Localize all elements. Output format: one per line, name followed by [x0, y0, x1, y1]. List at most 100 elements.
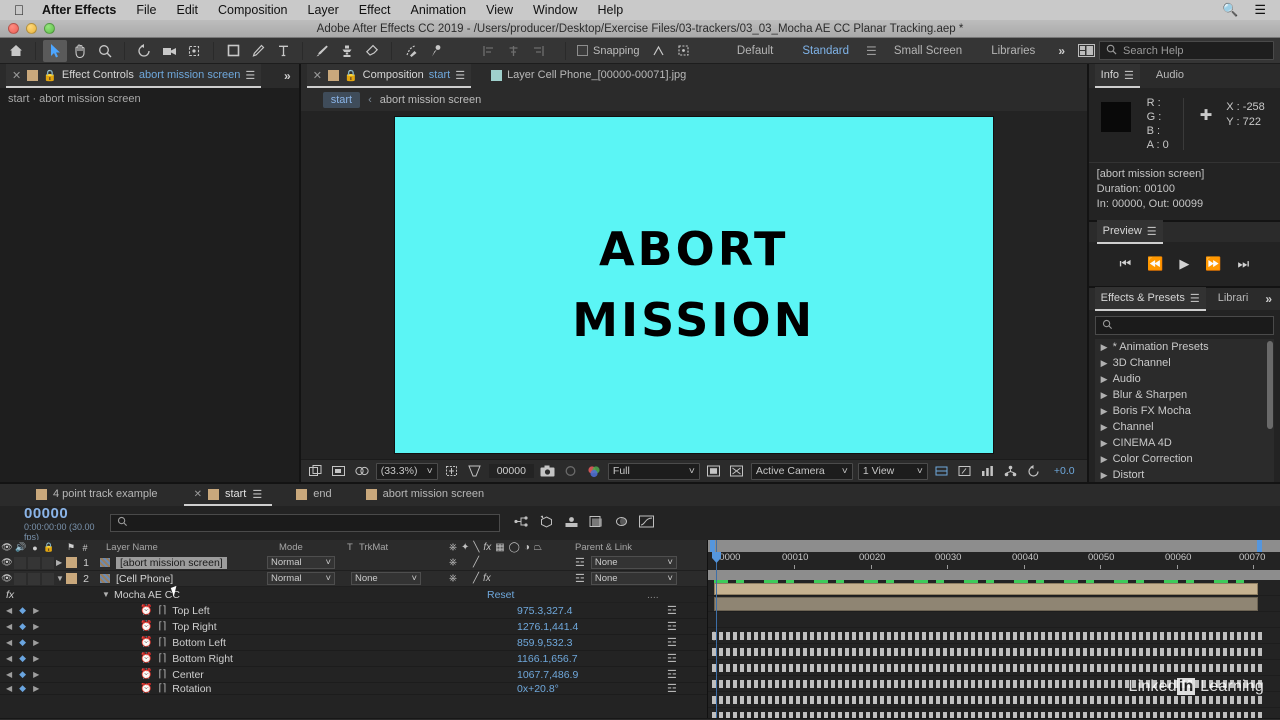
timeline-ruler[interactable]: 00000 00010 00020 00030 00040 00050 0006… — [708, 540, 1280, 570]
effect-controls-body[interactable] — [0, 110, 299, 482]
pick-whip-icon[interactable]: ☲ — [575, 572, 585, 585]
previous-keyframe-icon[interactable]: ◀ — [6, 670, 12, 679]
keyframe-diamonds[interactable] — [712, 664, 1262, 672]
chevron-right-icon[interactable]: ▶ — [1101, 342, 1108, 353]
quality-icon[interactable]: ╱ — [473, 557, 479, 568]
chevron-right-icon[interactable]: ▶ — [56, 558, 66, 567]
snap-vertex-icon[interactable] — [647, 40, 671, 62]
layer-visibility-toggle[interactable]: 👁 — [0, 557, 14, 568]
tab-effects-presets[interactable]: Effects & Presets ☰ — [1094, 287, 1206, 311]
toggle-alpha-icon[interactable] — [705, 462, 723, 480]
property-name-cell[interactable]: ⏰ ⌈⌉ Center — [52, 669, 517, 681]
home-icon[interactable] — [4, 40, 28, 62]
chevron-down-icon[interactable]: ▼ — [102, 590, 114, 599]
column-parent-link[interactable]: Parent & Link — [567, 542, 707, 553]
keyframe-toggle-icon[interactable]: ◆ — [19, 637, 26, 648]
previous-keyframe-icon[interactable]: ◀ — [6, 654, 12, 663]
keyframe-diamonds[interactable] — [712, 712, 1262, 718]
playhead-line[interactable] — [716, 540, 717, 718]
zoom-level-select[interactable]: (33.3%) ˅ — [375, 462, 438, 480]
graph-icon[interactable]: ⌈⌉ — [158, 653, 166, 664]
next-keyframe-icon[interactable]: ▶ — [33, 606, 39, 615]
keyframe-diamonds[interactable] — [712, 632, 1262, 640]
timeline-current-time[interactable]: 00000 0:00:00:00 (30.00 fps) — [0, 505, 110, 542]
tab-libraries[interactable]: Librari — [1212, 287, 1255, 311]
timeline-row-layer2[interactable] — [708, 596, 1280, 612]
work-area-start-handle-2[interactable] — [710, 540, 715, 550]
previous-frame-icon[interactable]: ⏪ — [1147, 256, 1163, 272]
next-keyframe-icon[interactable]: ▶ — [33, 684, 39, 693]
tab-info[interactable]: Info ☰ — [1094, 64, 1140, 88]
property-name-cell[interactable]: ⏰ ⌈⌉ Bottom Left — [52, 637, 517, 649]
timeline-graph-icon[interactable] — [979, 462, 997, 480]
list-item[interactable]: ▶ Blur & Sharpen — [1095, 387, 1274, 403]
list-item[interactable]: ▶ Color Correction — [1095, 451, 1274, 467]
timeline-search-input[interactable] — [110, 514, 500, 532]
menu-item-window[interactable]: Window — [523, 3, 587, 17]
panel-menu-icon[interactable]: ☰ — [455, 69, 465, 82]
close-icon[interactable]: ✕ — [12, 69, 21, 82]
graph-icon[interactable]: ⌈⌉ — [158, 683, 166, 694]
timeline-row-effect-group[interactable] — [708, 612, 1280, 628]
type-icon[interactable] — [271, 40, 295, 62]
camera-view-select[interactable]: Active Camera ˅ — [750, 462, 853, 480]
previous-keyframe-icon[interactable]: ◀ — [6, 684, 12, 693]
timeline-row-keyframes-top-left[interactable] — [708, 628, 1280, 644]
eraser-icon[interactable] — [360, 40, 384, 62]
tab-end[interactable]: end — [286, 484, 341, 506]
pick-whip-icon[interactable]: ☲ — [575, 556, 585, 569]
layer-duration-bar[interactable] — [714, 583, 1258, 595]
snap-target-icon[interactable] — [672, 40, 696, 62]
transparency-grid-icon[interactable] — [353, 462, 371, 480]
apple-icon[interactable]:  — [6, 2, 32, 18]
chevron-right-icon[interactable]: ▶ — [1101, 438, 1108, 449]
layer-solo-toggle[interactable] — [28, 556, 40, 569]
tab-layer-cell-phone[interactable]: Layer Cell Phone_[00000-00071].jpg — [485, 64, 692, 88]
clone-stamp-icon[interactable] — [335, 40, 359, 62]
layer-duration-bar[interactable] — [714, 597, 1258, 611]
workspace-default[interactable]: Default — [723, 45, 787, 57]
list-item[interactable]: ▶ Distort — [1095, 467, 1274, 483]
last-frame-icon[interactable]: ⏭ — [1238, 256, 1250, 272]
pen-icon[interactable] — [246, 40, 270, 62]
graph-editor-icon[interactable] — [639, 515, 654, 531]
anchor-point-icon[interactable] — [182, 40, 206, 62]
layer-mode-select[interactable]: Normal ˅ — [267, 572, 335, 585]
reset-exposure-icon[interactable] — [1025, 462, 1043, 480]
expression-pickwhip-icon[interactable]: ☲ — [667, 652, 707, 665]
layer-lock-toggle[interactable] — [42, 556, 54, 569]
property-value[interactable]: 0x+20.8° — [517, 683, 667, 694]
property-value[interactable]: 859.9,532.3 — [517, 637, 667, 649]
layer-solo-toggle[interactable] — [28, 572, 40, 585]
column-layer-name[interactable]: Layer Name — [106, 542, 279, 553]
property-name-cell[interactable]: ⏰ ⌈⌉ Top Left — [52, 605, 517, 617]
snapping-checkbox[interactable] — [577, 45, 588, 56]
menu-item-effect[interactable]: Effect — [349, 3, 401, 17]
graph-icon[interactable]: ⌈⌉ — [158, 621, 166, 632]
search-help-input[interactable]: Search Help — [1099, 41, 1274, 60]
keyframe-toggle-icon[interactable]: ◆ — [19, 653, 26, 664]
resolution-select[interactable]: Full ˅ — [607, 462, 700, 480]
keyframe-navigator[interactable]: ◀ ◆ ▶ — [0, 653, 52, 664]
panel-menu-icon[interactable]: ☰ — [1190, 292, 1200, 305]
current-time-field[interactable]: 00000 — [488, 464, 534, 478]
menu-item-edit[interactable]: Edit — [166, 3, 208, 17]
work-area-end-handle-2[interactable] — [1257, 540, 1262, 550]
view-layout-select[interactable]: 1 View ˅ — [857, 462, 928, 480]
tab-abort-mission-screen[interactable]: abort mission screen — [356, 484, 495, 506]
previous-keyframe-icon[interactable]: ◀ — [6, 638, 12, 647]
table-row[interactable]: 👁 ▼ 2 [Cell Phone] Normal ˅ None ˅ ⎈ ╱ f… — [0, 571, 707, 587]
property-name-cell[interactable]: ⏰ ⌈⌉ Bottom Right — [52, 653, 517, 665]
column-trkmat[interactable]: TrkMat — [359, 542, 435, 553]
keyframe-navigator[interactable]: ◀ ◆ ▶ — [0, 605, 52, 616]
quality-icon[interactable]: ╱ — [473, 573, 479, 584]
align-right-icon[interactable] — [526, 40, 550, 62]
close-icon[interactable]: ✕ — [194, 489, 202, 500]
next-keyframe-icon[interactable]: ▶ — [33, 622, 39, 631]
table-row[interactable]: 👁 ▶ 1 [abort mission screen] Normal ˅ ⎈ … — [0, 555, 707, 571]
panel-menu-icon[interactable]: ☰ — [245, 69, 255, 82]
list-item[interactable]: ▶ 3D Channel — [1095, 355, 1274, 371]
next-keyframe-icon[interactable]: ▶ — [33, 670, 39, 679]
expression-pickwhip-icon[interactable]: ☲ — [667, 668, 707, 681]
menu-item-help[interactable]: Help — [587, 3, 633, 17]
